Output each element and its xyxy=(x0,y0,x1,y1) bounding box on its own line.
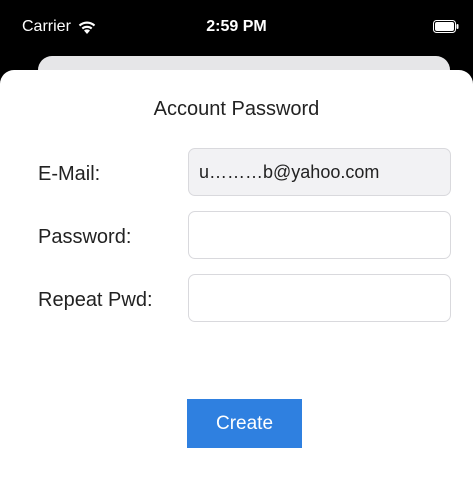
app-screen: Carrier 2:59 PM Account Password E-Mail:… xyxy=(0,0,473,488)
email-label: E-Mail: xyxy=(38,163,101,185)
status-bar: Carrier 2:59 PM xyxy=(0,0,473,56)
status-time: 2:59 PM xyxy=(206,18,267,35)
account-password-sheet: Account Password E-Mail: Password: Repea… xyxy=(0,70,473,488)
email-field[interactable] xyxy=(188,148,451,196)
create-button[interactable]: Create xyxy=(187,399,302,448)
repeat-password-field[interactable] xyxy=(188,274,451,322)
battery-icon xyxy=(433,20,459,33)
password-label: Password: xyxy=(38,226,132,248)
sheet-title: Account Password xyxy=(153,98,320,120)
password-field[interactable] xyxy=(188,211,451,259)
repeat-password-label: Repeat Pwd: xyxy=(38,289,153,311)
